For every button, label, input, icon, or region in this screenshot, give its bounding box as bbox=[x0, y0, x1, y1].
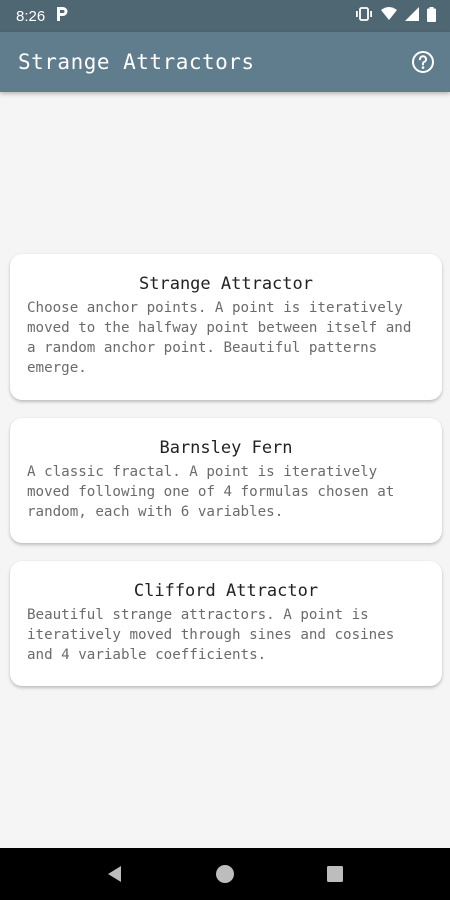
card-description: Choose anchor points. A point is iterati… bbox=[27, 300, 412, 376]
card-title: Strange Attractor bbox=[139, 274, 313, 294]
app-bar: Strange Attractors bbox=[0, 32, 450, 92]
status-time: 8:26 bbox=[16, 7, 46, 25]
app-title: Strange Attractors bbox=[18, 50, 255, 74]
status-bar: 8:26 bbox=[0, 0, 450, 32]
signal-icon bbox=[405, 7, 419, 25]
help-icon[interactable] bbox=[410, 49, 436, 75]
navigation-bar bbox=[0, 848, 450, 900]
card-title: Clifford Attractor bbox=[133, 581, 319, 601]
battery-icon bbox=[427, 6, 436, 26]
content-area: Strange Attractor Choose anchor points. … bbox=[0, 92, 450, 848]
back-icon[interactable] bbox=[95, 854, 135, 894]
card-barnsley-fern[interactable]: Barnsley Fern A classic fractal. A point… bbox=[10, 418, 442, 543]
status-left: 8:26 bbox=[16, 6, 69, 27]
card-strange-attractor[interactable]: Strange Attractor Choose anchor points. … bbox=[10, 254, 442, 400]
recents-icon[interactable] bbox=[315, 854, 355, 894]
home-icon[interactable] bbox=[205, 854, 245, 894]
card-clifford-attractor[interactable]: Clifford Attractor Beautiful strange att… bbox=[10, 561, 442, 686]
wifi-icon bbox=[381, 7, 397, 25]
p-notification-icon bbox=[55, 6, 69, 27]
status-right bbox=[355, 6, 436, 26]
card-title: Barnsley Fern bbox=[159, 438, 293, 458]
vibrate-icon bbox=[355, 6, 373, 26]
card-description: Beautiful strange attractors. A point is… bbox=[27, 607, 395, 663]
card-description: A classic fractal. A point is iterativel… bbox=[27, 464, 395, 520]
